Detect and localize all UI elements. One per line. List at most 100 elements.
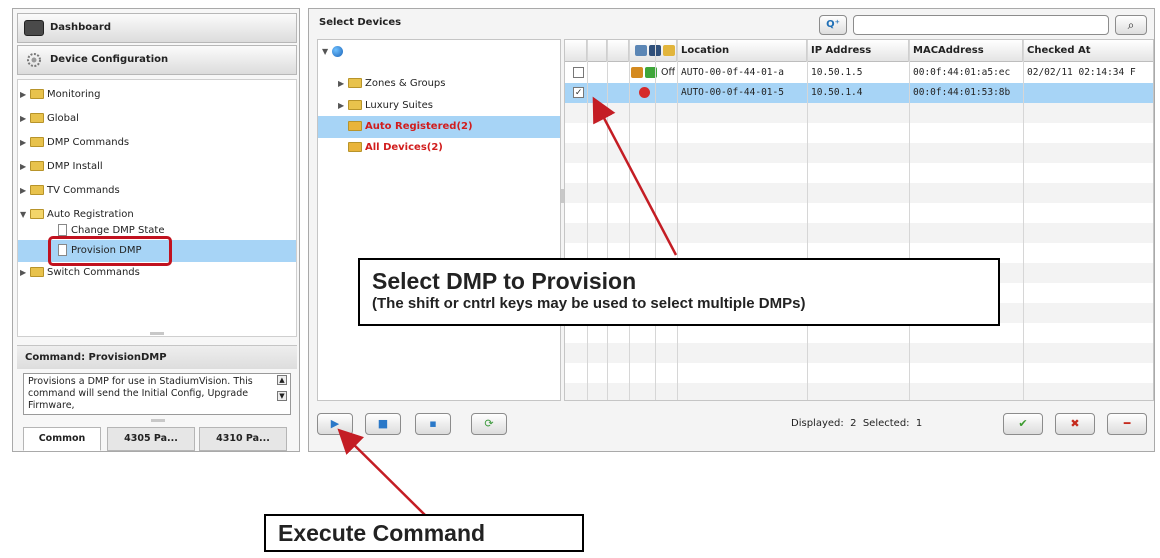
- empty-row: [565, 223, 1153, 243]
- row-mac: 00:0f:44:01:53:8b: [913, 87, 1011, 98]
- dashboard-label: Dashboard: [50, 22, 111, 33]
- status-icon: [663, 44, 675, 56]
- search-icon: ⌕: [1127, 18, 1135, 32]
- table-row[interactable]: Off AUTO-00-0f-44-01-a 10.50.1.5 00:0f:4…: [565, 63, 1153, 83]
- empty-row: [565, 363, 1153, 383]
- tab-common[interactable]: Common: [23, 427, 101, 451]
- row-power-status: Off: [661, 67, 676, 78]
- tab-4310[interactable]: 4310 Pa...: [199, 427, 287, 451]
- refresh-button[interactable]: ⟳: [471, 413, 507, 435]
- execute-label: Execute Command: [278, 520, 486, 546]
- tree-item-monitoring[interactable]: ▶ Monitoring: [20, 84, 100, 106]
- header-checkbox-column: [565, 40, 587, 62]
- folder-icon: [348, 100, 362, 110]
- row-location: AUTO-00-0f-44-01-5: [681, 87, 784, 98]
- bottom-toolbar: ▶ ■ ▪ ⟳ Displayed: 2 Selected: 1 ✔ ✖ ━: [317, 407, 1154, 447]
- tree-root[interactable]: ▼: [322, 42, 343, 62]
- tree-item-auto-registered[interactable]: Auto Registered(2): [348, 117, 473, 137]
- row-location: AUTO-00-0f-44-01-a: [681, 67, 784, 78]
- device-folder-icon: [348, 121, 362, 131]
- device-configuration-label: Device Configuration: [50, 54, 169, 65]
- tree-item-dmp-install[interactable]: ▶ DMP Install: [20, 156, 103, 178]
- table-row[interactable]: ✓ AUTO-00-0f-44-01-5 10.50.1.4 00:0f:44:…: [565, 83, 1153, 103]
- play-icon: ▶: [330, 417, 340, 430]
- cancel-button[interactable]: ✖: [1055, 413, 1095, 435]
- execute-command-callout: Execute Command: [264, 514, 584, 552]
- row-checked-at: 02/02/11 02:14:34 F: [1027, 67, 1136, 78]
- globe-icon: [332, 45, 343, 57]
- select-dmp-callout: Select DMP to Provision (The shift or cn…: [358, 258, 1000, 326]
- right-panel: Select Devices Q⁺ ⌕ ▼ ▶ Zones & Groups ▶ L…: [308, 8, 1155, 452]
- tree-item-tv-commands[interactable]: ▶ TV Commands: [20, 180, 120, 202]
- header-mac-address[interactable]: MACAddress: [909, 40, 1023, 62]
- empty-row: [565, 323, 1153, 343]
- tree-item-zones-groups[interactable]: ▶ Zones & Groups: [338, 74, 445, 94]
- resize-handle[interactable]: [151, 419, 165, 422]
- row-checkbox[interactable]: [569, 63, 584, 83]
- row-status-icons: [633, 83, 650, 103]
- refresh-icon: ⟳: [484, 417, 494, 430]
- expand-arrow-icon[interactable]: ▶: [20, 84, 30, 106]
- execute-button[interactable]: ▶: [317, 413, 353, 435]
- monitor-icon: [635, 44, 647, 56]
- scroll-down-icon[interactable]: ▼: [277, 391, 287, 401]
- row-ip: 10.50.1.4: [811, 87, 863, 98]
- grid-header: Location IP Address MACAddress Checked A…: [565, 40, 1153, 62]
- expand-arrow-icon[interactable]: ▶: [338, 74, 348, 94]
- dashboard-icon: [24, 20, 44, 36]
- resize-handle[interactable]: [150, 332, 164, 335]
- expand-arrow-icon[interactable]: ▶: [20, 156, 30, 178]
- row-ip: 10.50.1.5: [811, 67, 863, 78]
- left-panel: Dashboard Device Configuration ▶ Monitori…: [12, 8, 300, 452]
- row-checkbox[interactable]: ✓: [569, 83, 584, 103]
- add-search-button[interactable]: Q⁺: [819, 15, 847, 35]
- displayed-label: Displayed:: [791, 418, 844, 429]
- empty-row: [565, 163, 1153, 183]
- highlight-box: [48, 236, 172, 266]
- empty-row: [565, 383, 1153, 400]
- dashboard-button[interactable]: Dashboard: [17, 13, 297, 43]
- tree-item-all-devices[interactable]: All Devices(2): [348, 138, 443, 158]
- empty-row: [565, 183, 1153, 203]
- command-title: Command: ProvisionDMP: [17, 345, 297, 369]
- header-checked-at[interactable]: Checked At: [1023, 40, 1153, 62]
- folder-icon: [30, 185, 44, 195]
- folder-icon: [30, 113, 44, 123]
- collapse-arrow-icon[interactable]: ▼: [20, 204, 30, 226]
- search-button[interactable]: ⌕: [1115, 15, 1147, 35]
- header-ip-address[interactable]: IP Address: [807, 40, 909, 62]
- expand-arrow-icon[interactable]: ▶: [20, 180, 30, 202]
- tree-item-global[interactable]: ▶ Global: [20, 108, 79, 130]
- empty-row: [565, 343, 1153, 363]
- column-divider: [1023, 40, 1024, 400]
- row-checked-at: [1023, 83, 1153, 103]
- remove-button[interactable]: ━: [1107, 413, 1147, 435]
- add-search-icon: Q⁺: [826, 19, 840, 30]
- empty-row: [565, 103, 1153, 123]
- expand-arrow-icon[interactable]: ▶: [338, 96, 348, 116]
- description-scrollbar[interactable]: ▲ ▼: [277, 375, 289, 413]
- folder-icon: [30, 137, 44, 147]
- expand-arrow-icon[interactable]: ▶: [20, 262, 30, 284]
- expand-arrow-icon[interactable]: ▶: [20, 108, 30, 130]
- gear-icon: [24, 52, 44, 68]
- device-configuration-button[interactable]: Device Configuration: [17, 45, 297, 75]
- device-folder-icon: [348, 142, 362, 152]
- empty-row: [565, 123, 1153, 143]
- scroll-up-icon[interactable]: ▲: [277, 375, 287, 385]
- stop-button[interactable]: ■: [365, 413, 401, 435]
- save-button[interactable]: ▪: [415, 413, 451, 435]
- callout-subtitle: (The shift or cntrl keys may be used to …: [372, 295, 806, 312]
- tree-item-luxury-suites[interactable]: ▶ Luxury Suites: [338, 96, 433, 116]
- tree-item-dmp-commands[interactable]: ▶ DMP Commands: [20, 132, 129, 154]
- error-icon: [639, 87, 650, 98]
- document-icon: [58, 224, 67, 236]
- expand-arrow-icon[interactable]: ▶: [20, 132, 30, 154]
- folder-icon: [30, 267, 44, 277]
- warning-icon: [631, 67, 643, 78]
- header-location[interactable]: Location: [677, 40, 807, 62]
- collapse-arrow-icon[interactable]: ▼: [322, 42, 332, 62]
- accept-button[interactable]: ✔: [1003, 413, 1043, 435]
- tab-4305[interactable]: 4305 Pa...: [107, 427, 195, 451]
- search-input[interactable]: [853, 15, 1109, 35]
